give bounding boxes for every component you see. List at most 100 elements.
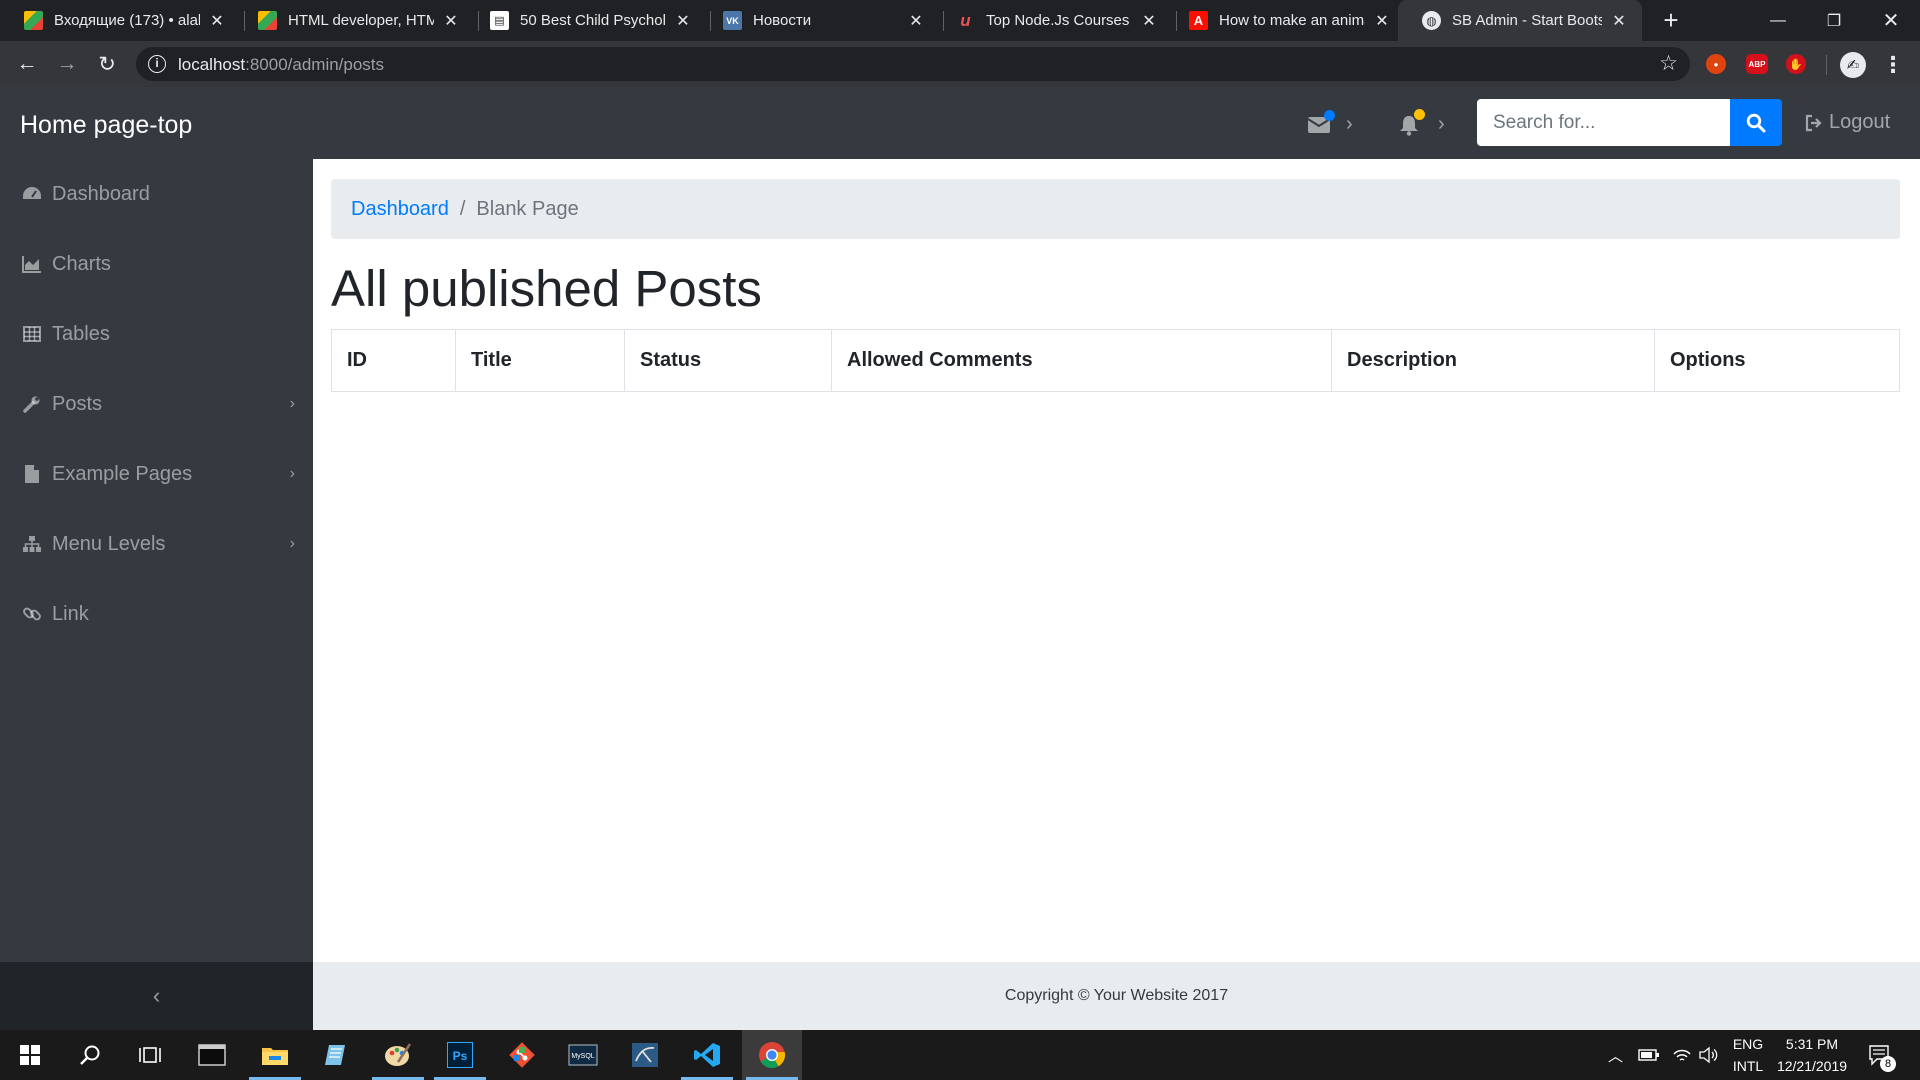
paint-icon[interactable] <box>368 1030 428 1080</box>
chevron-right-icon[interactable]: › <box>1438 113 1445 136</box>
alerts-indicator-dot <box>1414 109 1425 120</box>
wifi-icon[interactable] <box>1672 1030 1692 1080</box>
chevron-up-icon: ︿ <box>1608 1047 1624 1065</box>
notepad-icon[interactable] <box>306 1030 366 1080</box>
close-tab-icon[interactable]: ✕ <box>674 11 692 31</box>
mysql-workbench-icon[interactable] <box>615 1030 675 1080</box>
chevron-right-icon[interactable]: › <box>1346 113 1353 136</box>
navbar-brand[interactable]: Home page-top <box>20 111 192 140</box>
table-icon <box>22 326 42 342</box>
vscode-icon[interactable] <box>677 1030 737 1080</box>
browser-tab[interactable]: ▤ 50 Best Child Psycholog ✕ <box>466 0 706 41</box>
sitemap-icon <box>22 535 42 553</box>
main-content: Dashboard / Blank Page All published Pos… <box>313 159 1920 962</box>
site-info-icon[interactable]: i <box>148 55 166 73</box>
column-header-allowed-comments: Allowed Comments <box>831 329 1332 392</box>
close-tab-icon[interactable]: ✕ <box>442 11 460 31</box>
sidebar: Dashboard Charts Tables Posts › Example … <box>0 159 313 962</box>
breadcrumb: Dashboard / Blank Page <box>331 179 1900 239</box>
link-icon <box>22 604 42 624</box>
hand-extension-icon[interactable]: ✋ <box>1786 54 1806 74</box>
close-tab-icon[interactable]: ✕ <box>1610 11 1628 31</box>
browser-tab[interactable]: u Top Node.Js Courses O ✕ <box>932 0 1172 41</box>
windows-start-icon[interactable] <box>0 1030 60 1080</box>
column-header-description: Description <box>1331 329 1655 392</box>
posts-table: ID Title Status Allowed Comments Descrip… <box>331 329 1900 392</box>
column-header-id: ID <box>331 329 456 392</box>
windows-taskbar: Ps MySQL ︿ ENG INTL 5:31 PM 12/21/2019 8 <box>0 1030 1920 1080</box>
show-hidden-icons-button[interactable]: ︿ <box>1608 1030 1623 1080</box>
browser-toolbar: ← → ↻ i localhost:8000/admin/posts ☆ ● A… <box>0 41 1920 87</box>
address-bar[interactable]: i localhost:8000/admin/posts ☆ <box>136 47 1690 81</box>
reload-button[interactable]: ↻ <box>92 49 122 79</box>
task-view-icon[interactable] <box>120 1030 180 1080</box>
sidebar-item-dashboard[interactable]: Dashboard <box>0 159 313 229</box>
search-input[interactable] <box>1477 99 1730 146</box>
browser-tab-strip: Входящие (173) • alake ✕ HTML developer,… <box>0 0 1920 41</box>
svg-text:Ps: Ps <box>453 1049 468 1063</box>
clock[interactable]: 5:31 PM 12/21/2019 <box>1770 1033 1854 1077</box>
breadcrumb-dashboard-link[interactable]: Dashboard <box>351 198 449 221</box>
vk-icon: VK <box>723 11 742 30</box>
chrome-icon[interactable] <box>742 1030 802 1080</box>
profile-avatar[interactable]: ✍ <box>1840 52 1866 78</box>
browser-tab[interactable]: A How to make an anima ✕ <box>1165 0 1405 41</box>
minimize-button[interactable]: — <box>1749 0 1807 41</box>
browser-tab[interactable]: HTML developer, HTML ✕ <box>234 0 474 41</box>
terminal-icon[interactable] <box>182 1030 242 1080</box>
close-window-button[interactable]: ✕ <box>1862 0 1920 41</box>
adblock-icon[interactable]: ABP <box>1746 54 1768 74</box>
wrench-icon <box>22 395 42 413</box>
action-center-button[interactable]: 8 <box>1868 1030 1896 1080</box>
close-tab-icon[interactable]: ✕ <box>907 11 925 31</box>
close-tab-icon[interactable]: ✕ <box>208 11 226 31</box>
fox-extension-icon[interactable]: ● <box>1706 54 1726 74</box>
toolbar-divider <box>1826 55 1827 75</box>
restore-button[interactable]: ❐ <box>1805 0 1863 41</box>
close-tab-icon[interactable]: ✕ <box>1373 11 1391 31</box>
browser-tab[interactable]: VK Новости ✕ <box>699 0 939 41</box>
bookmark-star-icon[interactable]: ☆ <box>1659 51 1678 76</box>
messages-indicator-dot <box>1324 110 1335 121</box>
chevron-right-icon: › <box>289 395 295 412</box>
volume-icon[interactable] <box>1698 1030 1718 1080</box>
forward-button[interactable]: → <box>52 49 82 79</box>
language-indicator[interactable]: ENG INTL <box>1728 1033 1768 1077</box>
sidebar-item-menu-levels[interactable]: Menu Levels › <box>0 509 313 579</box>
sidebar-item-tables[interactable]: Tables <box>0 299 313 369</box>
logout-link[interactable]: Logout <box>1805 111 1890 134</box>
column-header-title: Title <box>455 329 625 392</box>
mysql-icon[interactable]: MySQL <box>553 1030 613 1080</box>
file-explorer-icon[interactable] <box>245 1030 305 1080</box>
browser-tab-active[interactable]: ◍ SB Admin - Start Boots ✕ <box>1398 0 1642 41</box>
column-header-options: Options <box>1654 329 1900 392</box>
sidebar-toggle-button[interactable]: ‹ <box>0 962 313 1030</box>
browser-tab[interactable]: Входящие (173) • alake ✕ <box>0 0 240 41</box>
sign-out-icon <box>1805 114 1822 131</box>
breadcrumb-current: Blank Page <box>476 197 579 220</box>
sidebar-item-posts[interactable]: Posts › <box>0 369 313 439</box>
back-button[interactable]: ← <box>12 49 42 79</box>
url-text[interactable]: localhost:8000/admin/posts <box>178 55 384 75</box>
chrome-menu-icon[interactable]: ⋮ <box>1882 52 1904 78</box>
sidebar-item-link[interactable]: Link <box>0 579 313 649</box>
battery-icon[interactable] <box>1638 1030 1660 1080</box>
git-icon[interactable] <box>492 1030 552 1080</box>
column-header-status: Status <box>624 329 832 392</box>
notification-count-badge: 8 <box>1880 1056 1896 1072</box>
copyright-text: Copyright © Your Website 2017 <box>1004 987 1229 1004</box>
sidebar-item-charts[interactable]: Charts <box>0 229 313 299</box>
photoshop-icon[interactable]: Ps <box>430 1030 490 1080</box>
close-tab-icon[interactable]: ✕ <box>1140 11 1158 31</box>
gmail-icon <box>24 11 43 30</box>
top-navbar: Home page-top › › Logout <box>0 87 1920 159</box>
svg-text:MySQL: MySQL <box>571 1053 594 1060</box>
new-tab-button[interactable]: + <box>1656 5 1686 35</box>
dashboard-icon <box>22 185 42 203</box>
breadcrumb-separator: / <box>459 197 466 220</box>
search-button[interactable] <box>1730 99 1782 146</box>
chevron-right-icon: › <box>289 535 295 552</box>
search-icon[interactable] <box>60 1030 120 1080</box>
area-chart-icon <box>22 255 42 273</box>
sidebar-item-example-pages[interactable]: Example Pages › <box>0 439 313 509</box>
